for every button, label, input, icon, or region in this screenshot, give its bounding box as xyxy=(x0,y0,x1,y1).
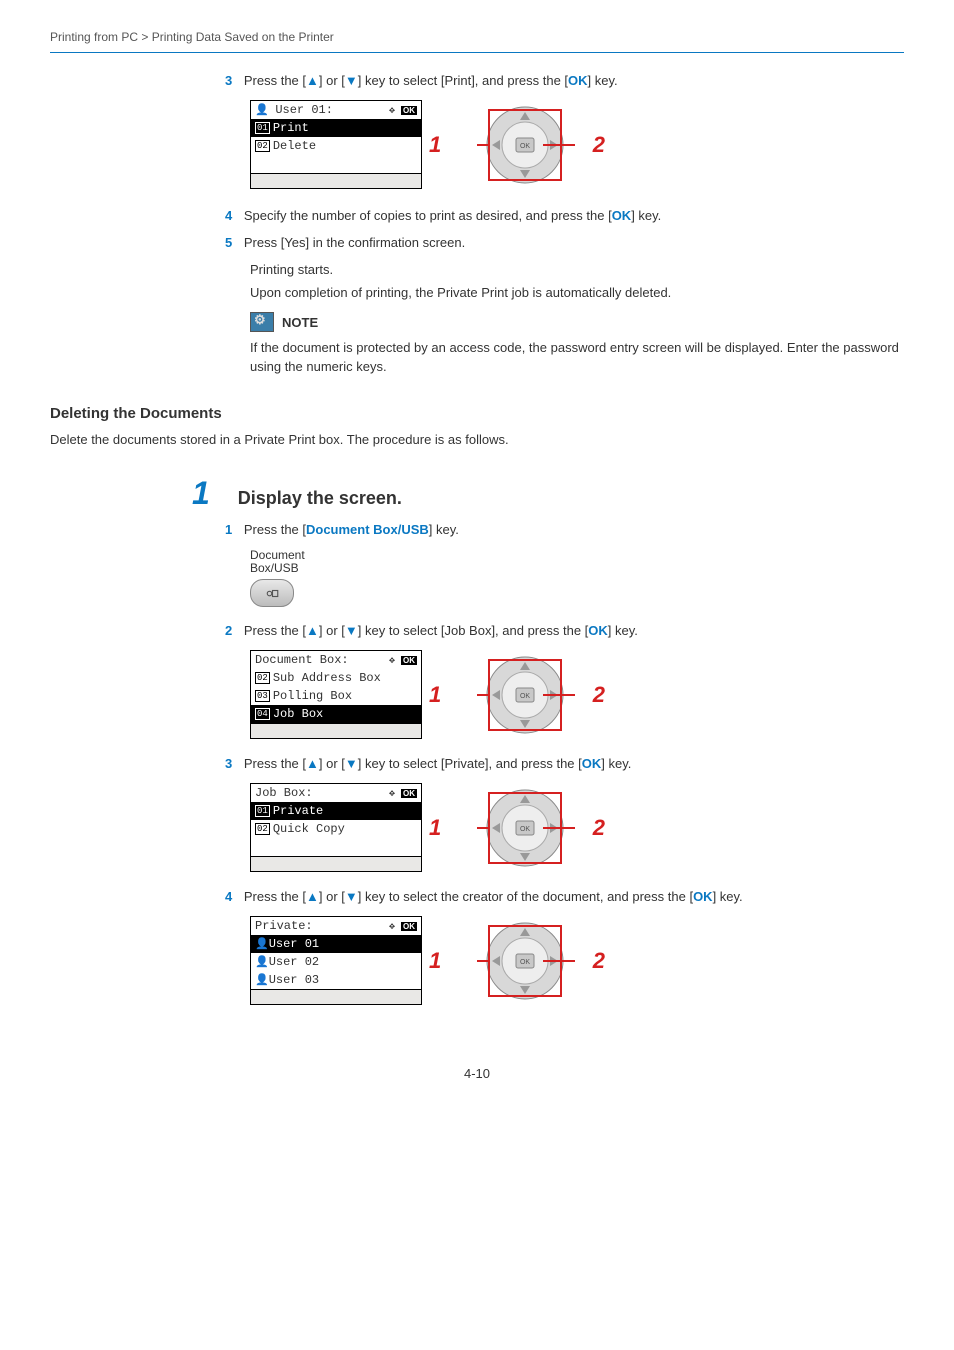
document-box-key: DocumentBox/USB xyxy=(250,549,305,607)
dpad-diagram: 1 OK 2 xyxy=(457,916,577,1006)
substep-4: 4 Press the [▲] or [▼] key to select the… xyxy=(225,889,904,904)
step-number: 3 xyxy=(225,73,232,88)
substep-3: 3 Press the [▲] or [▼] key to select [Pr… xyxy=(225,756,904,771)
step-5-note-a: Printing starts. xyxy=(250,262,904,277)
lcd-private: Private:✥ OK 👤 User 01 👤 User 02 👤 User … xyxy=(250,916,422,1005)
note-icon xyxy=(250,312,274,332)
lcd-user-menu: 👤 User 01:✥ OK 01Print 02Delete xyxy=(250,100,422,189)
big-step-1: 1 Display the screen. xyxy=(50,475,904,512)
step-3: 3 Press the [▲] or [▼] key to select [Pr… xyxy=(225,73,904,88)
lcd-document-box: Document Box:✥ OK 02Sub Address Box 03Po… xyxy=(250,650,422,739)
svg-text:OK: OK xyxy=(520,959,530,966)
document-box-button-icon xyxy=(250,579,294,607)
step-5: 5 Press [Yes] in the confirmation screen… xyxy=(225,235,904,250)
step-5-note-b: Upon completion of printing, the Private… xyxy=(250,285,904,300)
substep-1: 1 Press the [Document Box/USB] key. xyxy=(225,522,904,537)
callout-1: 1 xyxy=(429,132,441,158)
lcd-job-box: Job Box:✥ OK 01Private 02Quick Copy xyxy=(250,783,422,872)
dpad-diagram: 1 OK 2 xyxy=(457,650,577,740)
substep-2: 2 Press the [▲] or [▼] key to select [Jo… xyxy=(225,623,904,638)
svg-text:OK: OK xyxy=(520,826,530,833)
breadcrumb: Printing from PC > Printing Data Saved o… xyxy=(50,30,904,44)
divider xyxy=(50,52,904,53)
down-triangle-icon: ▼ xyxy=(345,623,358,638)
callout-2: 2 xyxy=(593,132,605,158)
svg-text:OK: OK xyxy=(520,143,530,150)
nav-indicator-icon: ✥ xyxy=(389,106,401,117)
page-number: 4-10 xyxy=(50,1066,904,1081)
down-triangle-icon: ▼ xyxy=(345,73,358,88)
dpad-diagram: 1 OK 2 xyxy=(457,100,577,190)
ok-badge: OK xyxy=(401,106,417,115)
svg-text:OK: OK xyxy=(520,693,530,700)
section-heading: Deleting the Documents xyxy=(50,405,904,422)
step-4: 4 Specify the number of copies to print … xyxy=(225,208,904,223)
ok-text: OK xyxy=(568,73,588,88)
section-lead: Delete the documents stored in a Private… xyxy=(50,432,904,447)
person-icon: 👤 xyxy=(255,105,275,117)
up-triangle-icon: ▲ xyxy=(306,73,319,88)
up-triangle-icon: ▲ xyxy=(306,623,319,638)
note-box: NOTE If the document is protected by an … xyxy=(250,312,904,377)
dpad-diagram: 1 OK 2 xyxy=(457,783,577,873)
